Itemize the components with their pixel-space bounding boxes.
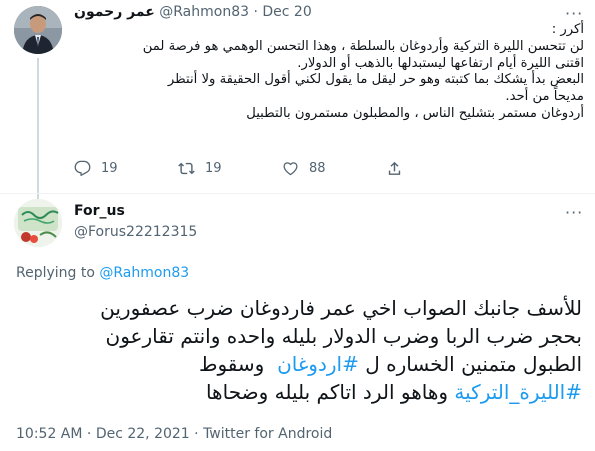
retweet-count: 19 bbox=[205, 161, 222, 176]
author-avatar[interactable] bbox=[14, 199, 62, 247]
tweet-text: للأسف جانبك الصواب اخي عمر فاردوغان ضرب … bbox=[16, 294, 582, 406]
tweet-line: للأسف جانبك الصواب اخي عمر فاردوغان ضرب … bbox=[100, 296, 582, 320]
tweet-source[interactable]: Twitter for Android bbox=[203, 426, 332, 442]
parent-line: أردوغان مستمر بتشليح الناس ، والمطبلون م… bbox=[246, 105, 584, 121]
like-button[interactable]: 88 bbox=[282, 160, 326, 177]
parent-line: اقتنى الليرة أيام ارتفاعها ليستبدلها بال… bbox=[297, 55, 584, 71]
author-name[interactable]: For_us bbox=[74, 203, 125, 219]
parent-line: لن تتحسن الليرة التركية وأردوغان بالسلطة… bbox=[142, 38, 584, 54]
parent-line: مديحاً من أحد. bbox=[505, 89, 584, 105]
parent-separator: · bbox=[253, 4, 258, 20]
parent-action-bar: 19 19 88 bbox=[74, 160, 494, 178]
thread-line bbox=[37, 58, 39, 200]
parent-date[interactable]: Dec 20 bbox=[262, 4, 311, 20]
parent-tweet[interactable]: عمر رحمون @Rahmon83 · Dec 20 ··· أكرر : … bbox=[0, 0, 595, 200]
parent-handle[interactable]: @Rahmon83 bbox=[159, 4, 249, 20]
replying-to: Replying to @Rahmon83 bbox=[16, 265, 189, 281]
retweet-button[interactable]: 19 bbox=[178, 160, 222, 177]
hashtag-erdogan-link[interactable]: #اردوغان bbox=[277, 352, 359, 376]
reply-button[interactable]: 19 bbox=[74, 160, 118, 177]
more-dots-icon[interactable]: ··· bbox=[565, 4, 583, 23]
replying-mention-link[interactable]: @Rahmon83 bbox=[99, 265, 189, 281]
heart-icon bbox=[283, 162, 298, 176]
tweet-line-text: الطبول متمنين الخساره ل bbox=[365, 352, 582, 376]
parent-author-name[interactable]: عمر رحمون bbox=[74, 4, 155, 20]
tweet-line-text: وسقوط bbox=[198, 352, 265, 376]
more-dots-icon[interactable]: ··· bbox=[565, 203, 583, 222]
replying-prefix: Replying to bbox=[16, 265, 95, 281]
share-button[interactable] bbox=[386, 160, 413, 177]
tweet-line: الطبول متمنين الخساره ل #اردوغان وسقوط bbox=[16, 350, 582, 378]
hashtag-turkish-lira-link[interactable]: #الليرة_التركية bbox=[454, 380, 582, 404]
parent-line: أكرر : bbox=[551, 22, 584, 37]
parent-line: البعض بدأ يشكك بما كتبته وهو حر ليقل ما … bbox=[167, 72, 584, 88]
parent-header: عمر رحمون @Rahmon83 · Dec 20 bbox=[74, 4, 312, 20]
tweet-date[interactable]: Dec 22, 2021 bbox=[96, 426, 190, 442]
parent-avatar[interactable] bbox=[14, 6, 62, 54]
reply-count: 19 bbox=[101, 161, 118, 176]
retweet-icon bbox=[178, 162, 195, 175]
tweet-line: #الليرة_التركية وهاهو الرد اتاكم بليله و… bbox=[16, 378, 582, 406]
tweet-divider bbox=[0, 193, 595, 194]
share-icon bbox=[388, 161, 401, 175]
tweet-line-text: وهاهو الرد اتاكم بليله وضحاها bbox=[205, 380, 449, 404]
tweet-time[interactable]: 10:52 AM bbox=[16, 426, 82, 442]
meta-separator: · bbox=[194, 426, 199, 442]
meta-separator: · bbox=[86, 426, 92, 442]
tweet-line: بحجر ضرب الربا وضرب الدولار بليله واحده … bbox=[105, 324, 582, 348]
like-count: 88 bbox=[309, 161, 326, 176]
author-handle[interactable]: @Forus22212315 bbox=[74, 224, 197, 240]
reply-bubble-icon bbox=[74, 160, 91, 177]
tweet-meta: 10:52 AM · Dec 22, 2021 · Twitter for An… bbox=[16, 426, 332, 442]
parent-tweet-text: أكرر : لن تتحسن الليرة التركية وأردوغان … bbox=[74, 22, 584, 123]
